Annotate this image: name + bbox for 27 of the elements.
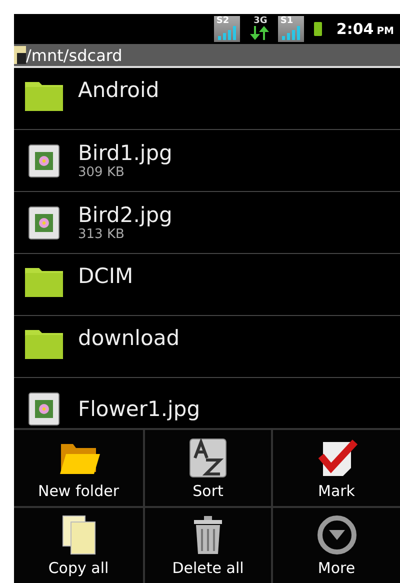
file-size: 313 KB <box>78 227 126 242</box>
file-name: Bird1.jpg <box>78 141 172 165</box>
down-arrow-circle-icon <box>314 515 358 555</box>
file-list-item[interactable]: Android <box>14 68 400 130</box>
signal-icon: S1 <box>278 16 304 42</box>
signal-icon: S2 <box>214 16 240 42</box>
menu-option[interactable]: Sort <box>145 428 273 506</box>
file-list-item[interactable]: Bird2.jpg 313 KB <box>14 192 400 254</box>
menu-option[interactable]: More <box>273 506 400 583</box>
file-size: 309 KB <box>78 165 126 180</box>
current-path: /mnt/sdcard <box>26 46 122 64</box>
file-name: Android <box>78 78 160 102</box>
menu-option[interactable]: Delete all <box>145 506 273 583</box>
battery-icon <box>314 22 322 36</box>
file-list-item[interactable]: download <box>14 316 400 378</box>
file-list-item[interactable]: DCIM <box>14 254 400 316</box>
file-name: Flower1.jpg <box>78 396 200 420</box>
clock-time: 2:04 <box>336 20 374 38</box>
file-name: Bird2.jpg <box>78 203 172 227</box>
sd-card-icon <box>14 46 26 64</box>
file-name: DCIM <box>78 264 134 288</box>
file-name: download <box>78 326 180 350</box>
menu-option[interactable]: New folder <box>14 428 145 506</box>
menu-option[interactable]: Copy all <box>14 506 145 583</box>
file-list-item[interactable]: Bird1.jpg 309 KB <box>14 130 400 192</box>
clock-meridiem: PM <box>376 26 394 37</box>
menu-option[interactable]: Mark <box>273 428 400 506</box>
